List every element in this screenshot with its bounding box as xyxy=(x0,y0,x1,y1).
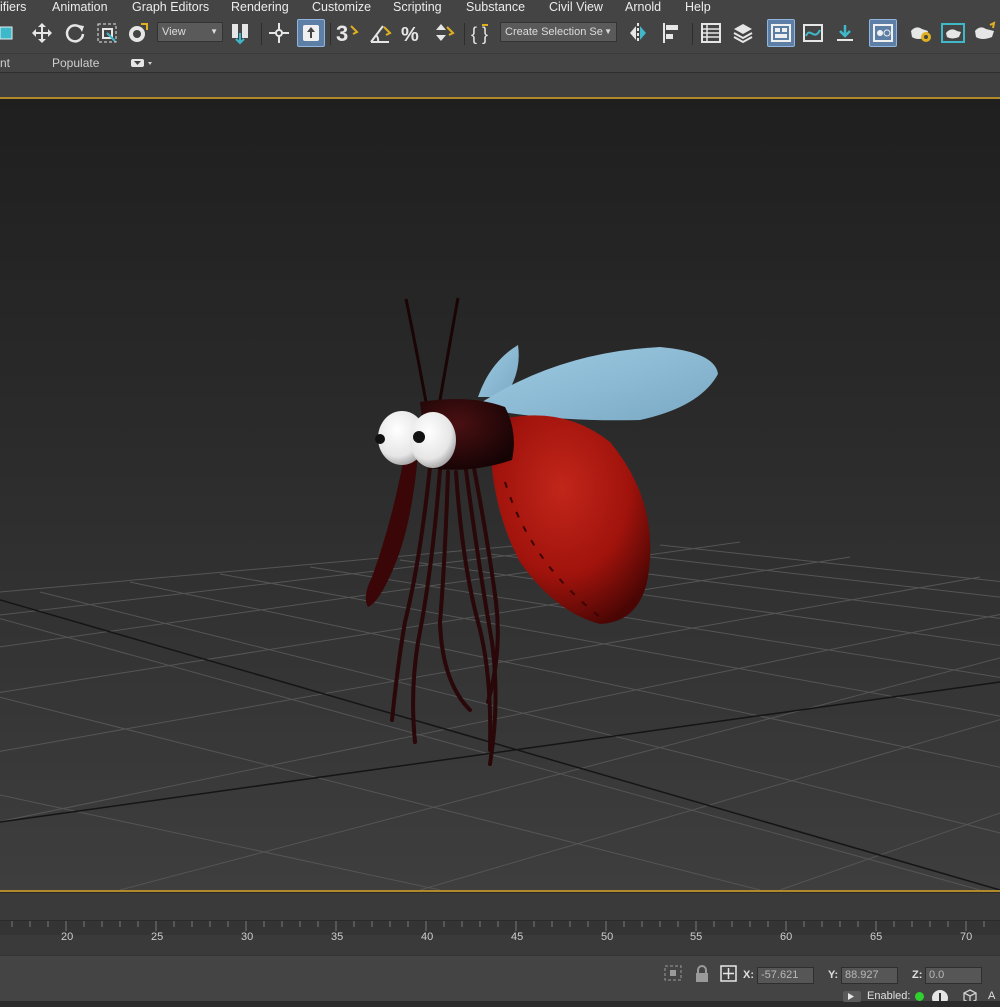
snap-3d-icon[interactable]: 3 xyxy=(334,19,362,47)
selection-lock-icon[interactable] xyxy=(694,965,710,988)
menu-graph-editors[interactable]: Graph Editors xyxy=(132,0,209,15)
viewcube-icon[interactable] xyxy=(963,988,977,1006)
layer-explorer-icon[interactable] xyxy=(729,19,757,47)
selection-set-label: Create Selection Se xyxy=(505,26,603,38)
ruler-tick-label: 50 xyxy=(601,931,614,943)
ribbon-bar: nt Populate xyxy=(0,54,1000,73)
home-grid xyxy=(0,539,1000,890)
scale-icon[interactable] xyxy=(93,19,121,47)
menu-bar: ifiers Animation Graph Editors Rendering… xyxy=(0,0,1000,15)
curve-editor-icon[interactable] xyxy=(799,19,827,47)
toolbar-separator xyxy=(692,23,693,45)
z-coord-field[interactable]: 0.0 xyxy=(925,967,982,984)
mirror-icon[interactable] xyxy=(625,19,653,47)
absolute-mode-icon[interactable] xyxy=(720,965,738,988)
render-frame-icon[interactable] xyxy=(939,19,967,47)
x-coord-field[interactable]: -57.621 xyxy=(757,967,814,984)
pivot-icon[interactable] xyxy=(227,19,255,47)
menu-civil-view[interactable]: Civil View xyxy=(549,0,603,15)
time-ruler[interactable] xyxy=(0,920,1000,935)
adaptive-degradation-icon[interactable] xyxy=(843,989,861,1007)
ruler-tick-label: 65 xyxy=(870,931,883,943)
time-tag-icon[interactable] xyxy=(931,988,949,1006)
viewport-scene xyxy=(0,297,1000,890)
ribbon-toggle-icon[interactable] xyxy=(767,19,795,47)
angle-snap-icon[interactable] xyxy=(366,19,394,47)
ruler-tick-label: 55 xyxy=(690,931,703,943)
edit-selection-set-icon[interactable]: {} xyxy=(468,19,496,47)
menu-help[interactable]: Help xyxy=(685,0,711,15)
scene-explorer-icon[interactable] xyxy=(697,19,725,47)
ribbon-tab-freeform[interactable]: nt xyxy=(0,56,10,70)
chevron-down-icon: ▼ xyxy=(210,27,218,36)
ruler-tick-label: 70 xyxy=(960,931,973,943)
menu-rendering[interactable]: Rendering xyxy=(231,0,289,15)
ruler-tick-label: 45 xyxy=(511,931,524,943)
y-coord-label: Y: xyxy=(828,969,839,981)
menu-animation[interactable]: Animation xyxy=(52,0,108,15)
align-icon[interactable] xyxy=(658,19,686,47)
menu-arnold[interactable]: Arnold xyxy=(625,0,661,15)
mosquito-pupil-left xyxy=(375,434,385,444)
svg-text:3: 3 xyxy=(336,21,348,46)
time-ruler-ticks xyxy=(11,921,985,931)
chevron-down-icon: ▼ xyxy=(604,27,612,36)
ruler-tick-label: 60 xyxy=(780,931,793,943)
render-icon[interactable] xyxy=(971,19,999,47)
ruler-tick-label: 40 xyxy=(421,931,434,943)
move-icon[interactable] xyxy=(28,19,56,47)
mosquito-pupil-right xyxy=(413,431,425,443)
perspective-viewport[interactable] xyxy=(0,97,1000,892)
selection-set-dropdown[interactable]: Create Selection Se ▼ xyxy=(500,22,617,42)
ribbon-options-icon[interactable] xyxy=(131,58,153,72)
svg-text:}: } xyxy=(482,24,488,44)
menu-modifiers[interactable]: ifiers xyxy=(0,0,26,15)
z-coord-label: Z: xyxy=(912,969,923,981)
mosquito-abdomen xyxy=(489,415,651,624)
y-coord-field[interactable]: 88.927 xyxy=(841,967,898,984)
ruler-tick-label: 20 xyxy=(61,931,74,943)
main-toolbar: View ▼ 3 % {} Create Selection Se ▼ xyxy=(0,15,1000,54)
placement-icon[interactable] xyxy=(124,19,152,47)
spinner-snap-icon[interactable] xyxy=(430,19,458,47)
rotate-icon[interactable] xyxy=(61,19,89,47)
menu-substance[interactable]: Substance xyxy=(466,0,525,15)
add-time-tag-label: A xyxy=(988,990,996,1002)
toolbar-separator xyxy=(330,23,331,45)
toolbar-separator xyxy=(464,23,465,45)
isolate-selection-icon[interactable] xyxy=(664,965,684,988)
ribbon-tab-populate[interactable]: Populate xyxy=(52,56,99,70)
select-icon[interactable] xyxy=(0,19,20,47)
svg-text:{: { xyxy=(471,24,477,44)
menu-scripting[interactable]: Scripting xyxy=(393,0,442,15)
reference-coordinate-dropdown[interactable]: View ▼ xyxy=(157,22,223,42)
mosquito-antennae xyxy=(404,297,460,403)
x-coord-label: X: xyxy=(743,969,754,981)
enabled-label: Enabled: xyxy=(867,990,911,1002)
material-editor-icon[interactable] xyxy=(869,19,897,47)
ribbon-panel xyxy=(0,73,1000,97)
grid-main-axes xyxy=(0,599,1000,890)
menu-customize[interactable]: Customize xyxy=(312,0,371,15)
mosquito-proboscis xyxy=(365,454,418,607)
manipulate-icon[interactable] xyxy=(297,19,325,47)
render-setup-icon[interactable] xyxy=(907,19,935,47)
toolbar-separator xyxy=(261,23,262,45)
svg-text:%: % xyxy=(401,24,419,45)
ruler-tick-label: 35 xyxy=(331,931,344,943)
schematic-view-icon[interactable] xyxy=(831,19,859,47)
transform-icon[interactable] xyxy=(265,19,293,47)
ruler-tick-label: 25 xyxy=(151,931,164,943)
ruler-tick-label: 30 xyxy=(241,931,254,943)
percent-snap-icon[interactable]: % xyxy=(398,19,426,47)
view-dropdown-label: View xyxy=(162,26,186,38)
